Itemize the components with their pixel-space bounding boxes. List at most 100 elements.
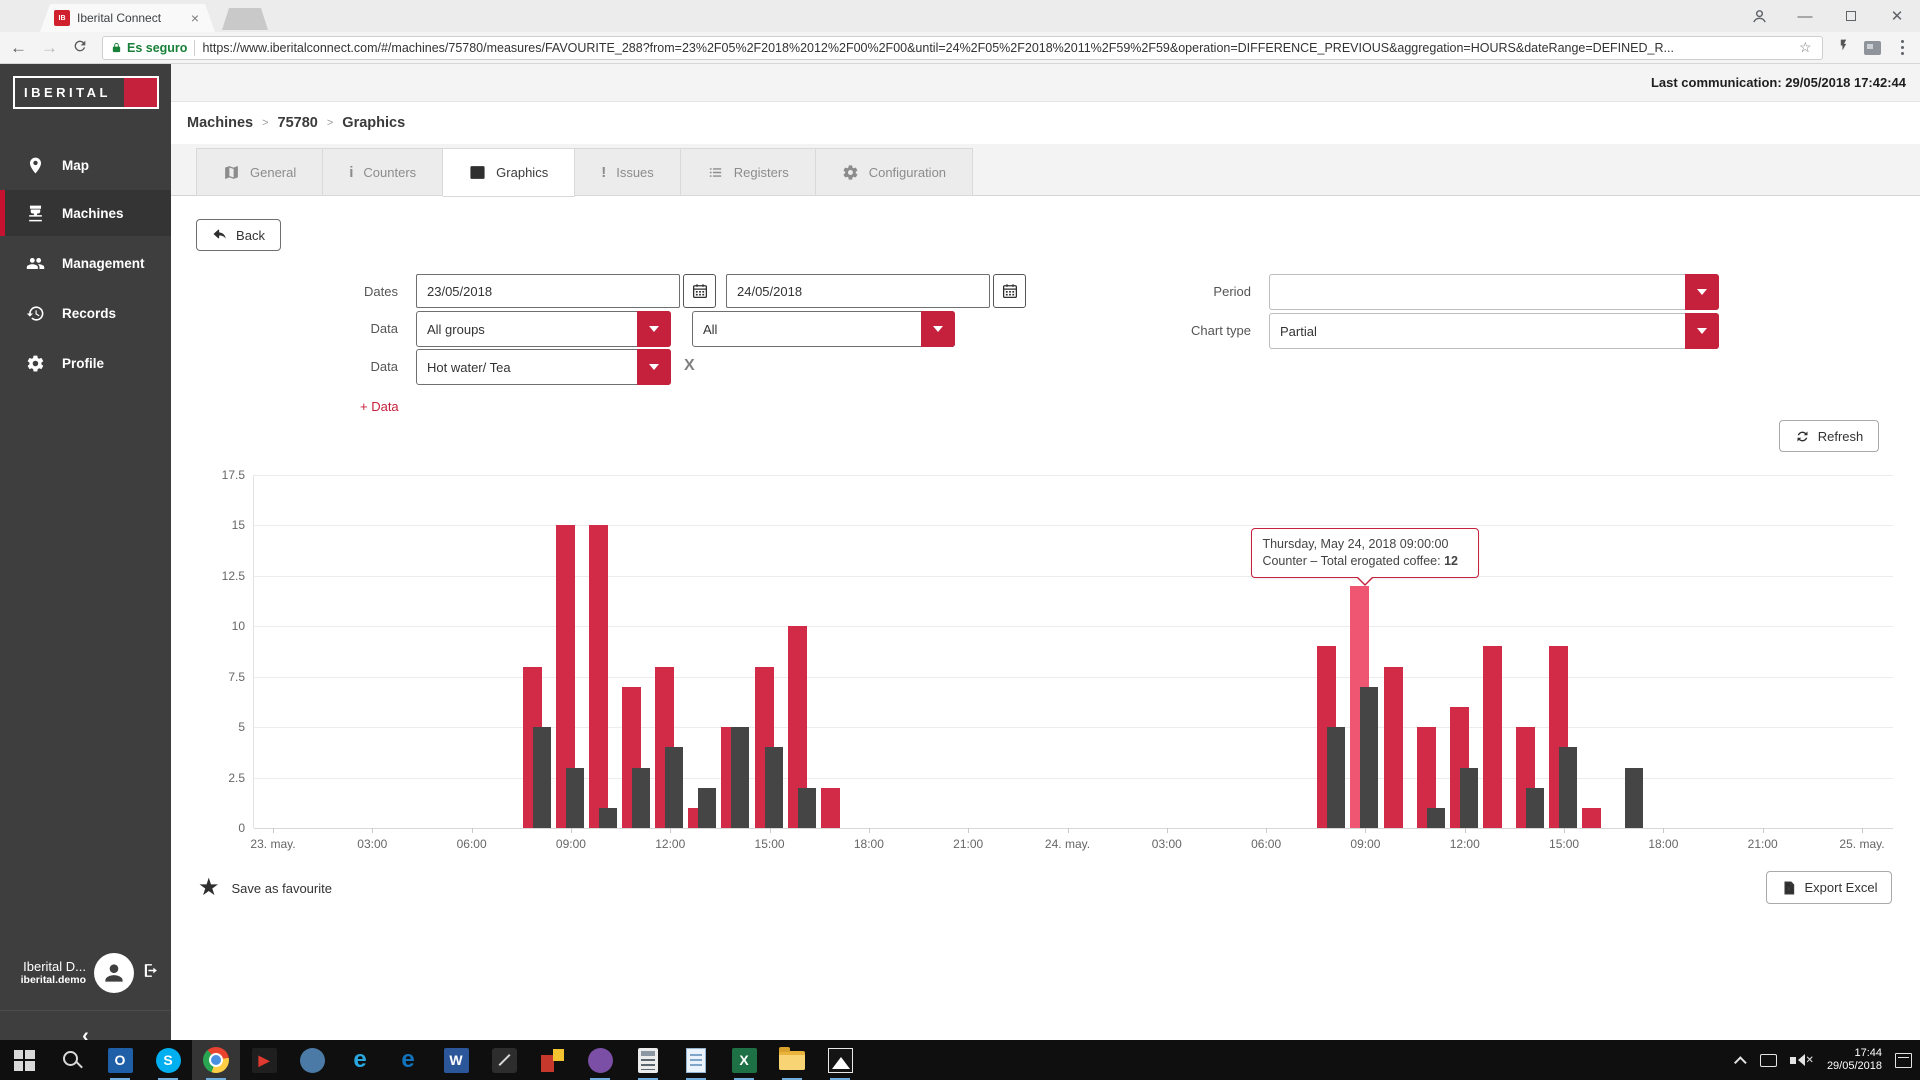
dropdown-arrow-icon[interactable] xyxy=(921,311,955,347)
tea-bar[interactable] xyxy=(1327,727,1345,828)
forward-nav-icon[interactable]: → xyxy=(41,39,58,56)
taskbar-pen-tool-icon[interactable] xyxy=(480,1040,528,1080)
group-select[interactable]: All groups xyxy=(416,311,671,347)
sidebar-item-records[interactable]: Records xyxy=(0,290,171,336)
y-axis-tick-label: 2.5 xyxy=(228,771,245,785)
tab-issues[interactable]: ! Issues xyxy=(575,148,681,196)
tea-bar[interactable] xyxy=(1360,687,1378,828)
chart-type-label: Chart type xyxy=(1161,323,1251,338)
bar-chart[interactable]: Thursday, May 24, 2018 09:00:00 Counter … xyxy=(253,475,1893,828)
tab-graphics[interactable]: Graphics xyxy=(443,148,575,197)
date-from-input[interactable]: 23/05/2018 xyxy=(416,274,680,308)
tea-bar[interactable] xyxy=(698,788,716,828)
x-axis-tick-label: 18:00 xyxy=(1648,837,1678,851)
back-button[interactable]: Back xyxy=(196,219,281,251)
taskbar-calculator-icon[interactable] xyxy=(624,1040,672,1080)
dropdown-arrow-icon[interactable] xyxy=(1685,274,1719,310)
taskbar-word-icon[interactable]: W xyxy=(432,1040,480,1080)
avatar[interactable] xyxy=(94,953,134,993)
browser-tab[interactable]: IB Iberital Connect × xyxy=(40,4,215,32)
tea-bar[interactable] xyxy=(533,727,551,828)
taskbar-internet-explorer-icon[interactable]: e xyxy=(336,1040,384,1080)
close-button[interactable]: ✕ xyxy=(1874,0,1920,32)
bookmark-star-icon[interactable]: ☆ xyxy=(1799,39,1814,56)
tea-bar[interactable] xyxy=(599,808,617,828)
taskbar-photos-icon[interactable] xyxy=(816,1040,864,1080)
add-data-link[interactable]: + Data xyxy=(360,399,399,414)
coffee-bar[interactable] xyxy=(821,788,840,828)
taskbar-clock[interactable]: 17:44 29/05/2018 xyxy=(1827,1047,1882,1073)
export-excel-button[interactable]: Export Excel xyxy=(1766,871,1892,904)
dropdown-arrow-icon[interactable] xyxy=(637,311,671,347)
date-from-calendar-button[interactable] xyxy=(683,274,716,308)
breadcrumb-machines[interactable]: Machines xyxy=(187,115,253,131)
tea-bar[interactable] xyxy=(1526,788,1544,828)
sidebar-item-machines[interactable]: Machines xyxy=(0,190,171,236)
remove-data-button[interactable]: X xyxy=(684,357,695,375)
date-to-calendar-button[interactable] xyxy=(993,274,1026,308)
extension-icon[interactable] xyxy=(1864,41,1881,55)
tab-general[interactable]: General xyxy=(196,148,323,196)
sidebar-item-management[interactable]: Management xyxy=(0,240,171,286)
star-icon[interactable]: ★ xyxy=(198,876,220,900)
save-favourite[interactable]: ★ Save as favourite xyxy=(198,876,332,900)
tea-bar[interactable] xyxy=(1460,768,1478,829)
period-select[interactable] xyxy=(1269,274,1719,310)
browser-menu-icon[interactable] xyxy=(1895,40,1911,56)
coffee-bar[interactable] xyxy=(1483,646,1502,828)
volume-muted-icon[interactable]: ✕ xyxy=(1790,1054,1814,1066)
tea-bar[interactable] xyxy=(731,727,749,828)
maximize-button[interactable] xyxy=(1828,0,1874,32)
taskbar-file-explorer-icon[interactable] xyxy=(768,1040,816,1080)
flash-extension-icon[interactable] xyxy=(1837,37,1850,58)
sidebar-item-profile[interactable]: Profile xyxy=(0,340,171,386)
tab-counters[interactable]: i Counters xyxy=(323,148,443,196)
taskbar-color-app-icon[interactable] xyxy=(528,1040,576,1080)
new-tab-button[interactable] xyxy=(222,8,268,30)
tea-bar[interactable] xyxy=(665,747,683,828)
reload-icon[interactable] xyxy=(72,38,88,57)
coffee-bar[interactable] xyxy=(589,525,608,828)
tea-bar[interactable] xyxy=(632,768,650,829)
taskbar-skype-icon[interactable]: S xyxy=(144,1040,192,1080)
coffee-bar[interactable] xyxy=(1384,667,1403,828)
tablet-tray-icon[interactable] xyxy=(1760,1054,1777,1067)
tea-bar[interactable] xyxy=(1559,747,1577,828)
notification-center-icon[interactable] xyxy=(1895,1053,1912,1068)
taskbar-app-round-icon[interactable] xyxy=(288,1040,336,1080)
tea-bar[interactable] xyxy=(798,788,816,828)
coffee-bar[interactable] xyxy=(1582,808,1601,828)
profile-icon[interactable] xyxy=(1736,0,1782,32)
sidebar-item-map[interactable]: Map xyxy=(0,142,171,188)
tea-bar[interactable] xyxy=(566,768,584,829)
taskbar-start-icon[interactable] xyxy=(0,1040,48,1080)
taskbar-chrome-icon[interactable] xyxy=(192,1040,240,1080)
tab-registers[interactable]: Registers xyxy=(681,148,816,196)
chart-type-select[interactable]: Partial xyxy=(1269,313,1719,349)
url-bar[interactable]: Es seguro https://www.iberitalconnect.co… xyxy=(102,36,1823,60)
taskbar-media-player-icon[interactable]: ▶ xyxy=(240,1040,288,1080)
dropdown-arrow-icon[interactable] xyxy=(637,349,671,385)
taskbar-search-icon[interactable] xyxy=(48,1040,96,1080)
tea-bar[interactable] xyxy=(1427,808,1445,828)
counter-select[interactable]: Hot water/ Tea xyxy=(416,349,671,385)
taskbar-excel-icon[interactable]: X xyxy=(720,1040,768,1080)
minimize-button[interactable]: — xyxy=(1782,0,1828,32)
taskbar-edge-icon[interactable]: e xyxy=(384,1040,432,1080)
dropdown-arrow-icon[interactable] xyxy=(1685,313,1719,349)
tab-close-icon[interactable]: × xyxy=(189,11,201,25)
taskbar-notepad-icon[interactable] xyxy=(672,1040,720,1080)
logout-icon[interactable] xyxy=(142,962,159,984)
tea-bar[interactable] xyxy=(1625,768,1643,829)
tea-bar[interactable] xyxy=(765,747,783,828)
breadcrumb-machine-id[interactable]: 75780 xyxy=(278,115,318,131)
date-to-input[interactable]: 24/05/2018 xyxy=(726,274,990,308)
taskbar-outlook-icon[interactable]: O xyxy=(96,1040,144,1080)
taskbar-photoshop-icon[interactable] xyxy=(576,1040,624,1080)
hidden-icons-chevron[interactable] xyxy=(1734,1056,1747,1069)
refresh-button[interactable]: Refresh xyxy=(1779,420,1879,452)
back-nav-icon[interactable]: ← xyxy=(10,39,27,56)
breadcrumb: Machines > 75780 > Graphics xyxy=(187,102,1687,144)
tab-configuration[interactable]: Configuration xyxy=(816,148,973,196)
machine-select[interactable]: All xyxy=(692,311,955,347)
